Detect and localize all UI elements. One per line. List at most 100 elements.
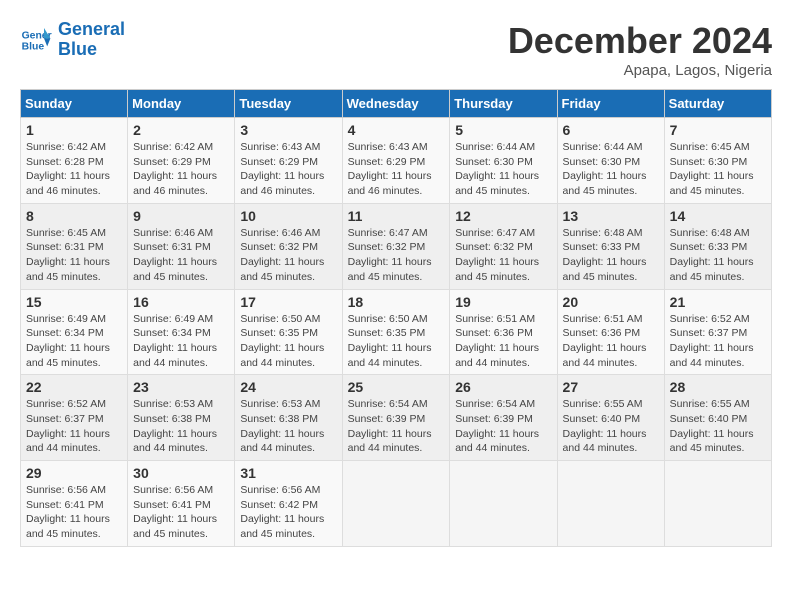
logo-subtext: Blue [58,39,97,59]
week-row-3: 15 Sunrise: 6:49 AMSunset: 6:34 PMDayligh… [21,289,772,375]
day-number: 7 [670,122,766,138]
calendar-cell: 18 Sunrise: 6:50 AMSunset: 6:35 PMDayligh… [342,289,450,375]
day-info: Sunrise: 6:47 AMSunset: 6:32 PMDaylight:… [348,226,445,285]
page-header: General Blue General Blue December 2024 … [20,20,772,79]
day-info: Sunrise: 6:55 AMSunset: 6:40 PMDaylight:… [563,397,659,456]
day-number: 16 [133,294,229,310]
day-info: Sunrise: 6:56 AMSunset: 6:41 PMDaylight:… [26,483,122,542]
day-number: 23 [133,379,229,395]
calendar-cell: 5 Sunrise: 6:44 AMSunset: 6:30 PMDaylight… [450,118,557,204]
calendar-cell [557,461,664,547]
calendar-cell: 3Sunrise: 6:43 AMSunset: 6:29 PMDaylight… [235,118,342,204]
day-header-saturday: Saturday [664,90,771,118]
day-info: Sunrise: 6:42 AMSunset: 6:28 PMDaylight:… [26,140,122,199]
calendar-cell: 1 Sunrise: 6:42 AMSunset: 6:28 PMDaylight… [21,118,128,204]
day-info: Sunrise: 6:51 AMSunset: 6:36 PMDaylight:… [455,312,551,371]
day-info: Sunrise: 6:49 AMSunset: 6:34 PMDaylight:… [26,312,122,371]
day-header-tuesday: Tuesday [235,90,342,118]
calendar-cell: 21 Sunrise: 6:52 AMSunset: 6:37 PMDayligh… [664,289,771,375]
day-info: Sunrise: 6:44 AMSunset: 6:30 PMDaylight:… [455,140,551,199]
calendar-cell: 16Sunrise: 6:49 AMSunset: 6:34 PMDayligh… [128,289,235,375]
calendar-cell: 10Sunrise: 6:46 AMSunset: 6:32 PMDayligh… [235,203,342,289]
day-number: 19 [455,294,551,310]
day-number: 1 [26,122,122,138]
calendar-cell: 25Sunrise: 6:54 AMSunset: 6:39 PMDayligh… [342,375,450,461]
calendar-cell: 4 Sunrise: 6:43 AMSunset: 6:29 PMDaylight… [342,118,450,204]
calendar-cell: 15 Sunrise: 6:49 AMSunset: 6:34 PMDayligh… [21,289,128,375]
day-number: 13 [563,208,659,224]
day-info: Sunrise: 6:43 AMSunset: 6:29 PMDaylight:… [240,140,336,199]
calendar-cell: 28Sunrise: 6:55 AMSunset: 6:40 PMDayligh… [664,375,771,461]
day-info: Sunrise: 6:47 AMSunset: 6:32 PMDaylight:… [455,226,551,285]
day-info: Sunrise: 6:50 AMSunset: 6:35 PMDaylight:… [240,312,336,371]
week-row-2: 8 Sunrise: 6:45 AMSunset: 6:31 PMDaylight… [21,203,772,289]
month-title: December 2024 [508,20,772,62]
calendar-cell: 20Sunrise: 6:51 AMSunset: 6:36 PMDayligh… [557,289,664,375]
day-info: Sunrise: 6:43 AMSunset: 6:29 PMDaylight:… [348,140,445,199]
logo: General Blue General Blue [20,20,125,60]
calendar-header-row: SundayMondayTuesdayWednesdayThursdayFrid… [21,90,772,118]
logo-icon: General Blue [20,24,52,56]
day-info: Sunrise: 6:52 AMSunset: 6:37 PMDaylight:… [670,312,766,371]
day-info: Sunrise: 6:56 AMSunset: 6:42 PMDaylight:… [240,483,336,542]
day-info: Sunrise: 6:55 AMSunset: 6:40 PMDaylight:… [670,397,766,456]
day-info: Sunrise: 6:54 AMSunset: 6:39 PMDaylight:… [455,397,551,456]
calendar-cell: 9 Sunrise: 6:46 AMSunset: 6:31 PMDaylight… [128,203,235,289]
calendar-cell: 14 Sunrise: 6:48 AMSunset: 6:33 PMDayligh… [664,203,771,289]
day-number: 8 [26,208,122,224]
calendar-cell: 17 Sunrise: 6:50 AMSunset: 6:35 PMDayligh… [235,289,342,375]
day-number: 14 [670,208,766,224]
calendar-cell: 29Sunrise: 6:56 AMSunset: 6:41 PMDayligh… [21,461,128,547]
day-info: Sunrise: 6:52 AMSunset: 6:37 PMDaylight:… [26,397,122,456]
day-info: Sunrise: 6:46 AMSunset: 6:31 PMDaylight:… [133,226,229,285]
day-header-wednesday: Wednesday [342,90,450,118]
calendar-cell: 2Sunrise: 6:42 AMSunset: 6:29 PMDaylight… [128,118,235,204]
day-number: 30 [133,465,229,481]
day-info: Sunrise: 6:45 AMSunset: 6:31 PMDaylight:… [26,226,122,285]
day-number: 2 [133,122,229,138]
day-header-thursday: Thursday [450,90,557,118]
day-info: Sunrise: 6:48 AMSunset: 6:33 PMDaylight:… [563,226,659,285]
day-number: 21 [670,294,766,310]
svg-text:Blue: Blue [22,41,45,52]
day-info: Sunrise: 6:50 AMSunset: 6:35 PMDaylight:… [348,312,445,371]
calendar-cell: 31 Sunrise: 6:56 AMSunset: 6:42 PMDayligh… [235,461,342,547]
calendar-cell: 26Sunrise: 6:54 AMSunset: 6:39 PMDayligh… [450,375,557,461]
location: Apapa, Lagos, Nigeria [508,62,772,79]
day-number: 9 [133,208,229,224]
day-header-monday: Monday [128,90,235,118]
calendar-cell: 23 Sunrise: 6:53 AMSunset: 6:38 PMDayligh… [128,375,235,461]
calendar-cell: 24 Sunrise: 6:53 AMSunset: 6:38 PMDayligh… [235,375,342,461]
day-header-sunday: Sunday [21,90,128,118]
calendar-cell: 27Sunrise: 6:55 AMSunset: 6:40 PMDayligh… [557,375,664,461]
title-block: December 2024 Apapa, Lagos, Nigeria [508,20,772,79]
day-number: 24 [240,379,336,395]
calendar-cell: 12Sunrise: 6:47 AMSunset: 6:32 PMDayligh… [450,203,557,289]
day-number: 31 [240,465,336,481]
calendar-cell: 13 Sunrise: 6:48 AMSunset: 6:33 PMDayligh… [557,203,664,289]
day-number: 17 [240,294,336,310]
day-number: 11 [348,208,445,224]
calendar-cell: 30Sunrise: 6:56 AMSunset: 6:41 PMDayligh… [128,461,235,547]
day-number: 15 [26,294,122,310]
day-number: 22 [26,379,122,395]
calendar-cell: 19 Sunrise: 6:51 AMSunset: 6:36 PMDayligh… [450,289,557,375]
calendar-cell [664,461,771,547]
calendar-cell: 6Sunrise: 6:44 AMSunset: 6:30 PMDaylight… [557,118,664,204]
day-info: Sunrise: 6:53 AMSunset: 6:38 PMDaylight:… [240,397,336,456]
calendar-cell [450,461,557,547]
week-row-4: 22 Sunrise: 6:52 AMSunset: 6:37 PMDayligh… [21,375,772,461]
calendar-cell [342,461,450,547]
day-number: 5 [455,122,551,138]
day-number: 4 [348,122,445,138]
week-row-5: 29Sunrise: 6:56 AMSunset: 6:41 PMDayligh… [21,461,772,547]
calendar-table: SundayMondayTuesdayWednesdayThursdayFrid… [20,89,772,547]
day-number: 18 [348,294,445,310]
calendar-cell: 11 Sunrise: 6:47 AMSunset: 6:32 PMDayligh… [342,203,450,289]
day-info: Sunrise: 6:48 AMSunset: 6:33 PMDaylight:… [670,226,766,285]
day-number: 25 [348,379,445,395]
day-info: Sunrise: 6:46 AMSunset: 6:32 PMDaylight:… [240,226,336,285]
day-info: Sunrise: 6:45 AMSunset: 6:30 PMDaylight:… [670,140,766,199]
calendar-cell: 22 Sunrise: 6:52 AMSunset: 6:37 PMDayligh… [21,375,128,461]
day-info: Sunrise: 6:53 AMSunset: 6:38 PMDaylight:… [133,397,229,456]
